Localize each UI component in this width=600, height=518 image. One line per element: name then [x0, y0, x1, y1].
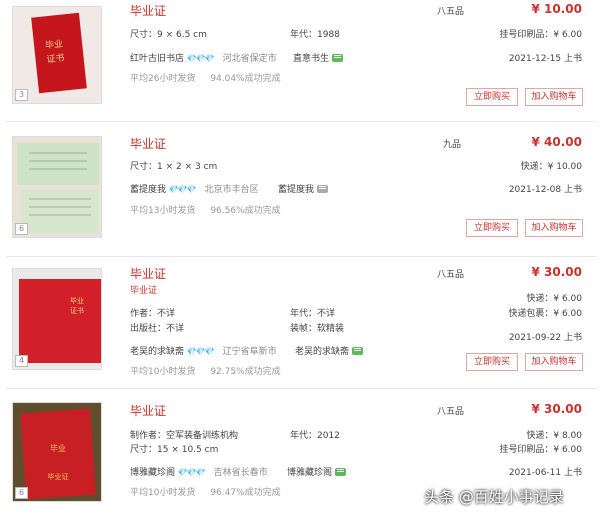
shipping-fee: 挂号印刷品：¥ 6.00	[499, 445, 582, 455]
shipping-fee: 快递：¥ 6.00	[526, 294, 582, 304]
seller-name[interactable]: 蓄提度我	[278, 185, 314, 195]
year-field: 年代：不详	[290, 309, 336, 319]
watermark: 头条 @百姓小事记录	[424, 488, 564, 506]
success-rate: 94.04%成功完成	[210, 74, 281, 84]
add-to-cart-button[interactable]: 加入购物车	[525, 88, 583, 106]
svg-text:毕业证: 毕业证	[48, 472, 69, 481]
chat-icon[interactable]	[317, 185, 329, 193]
shop-row: 博雅藏珍阁 💎💎💎 吉林省长春市	[130, 465, 268, 478]
listing-date: 2021-12-08 上书	[508, 185, 582, 195]
publisher-field: 出版社：不详	[130, 324, 185, 334]
listing-title[interactable]: 毕业证	[130, 135, 166, 152]
shop-stats: 平均26小时发货 94.04%成功完成	[130, 71, 293, 84]
listing-title[interactable]: 毕业证	[130, 402, 166, 419]
diamond-rating-icon: 💎💎💎	[186, 54, 215, 63]
listing-title[interactable]: 毕业证	[130, 265, 166, 282]
listing-1: 毕业 证书 3 毕业证 尺寸：9 × 6.5 cm 年代：1988 红叶古旧书店…	[0, 0, 600, 122]
image-count-badge: 4	[15, 355, 28, 367]
diamond-rating-icon: 💎💎💎	[168, 185, 197, 194]
size-field: 尺寸：9 × 6.5 cm	[130, 30, 207, 40]
seller: 直意书生	[293, 51, 344, 64]
diamond-rating-icon: 💎💎💎	[186, 347, 215, 356]
condition: 八五品	[437, 407, 465, 417]
shop-stats: 平均10小时发货 92.75%成功完成	[130, 364, 293, 377]
shop-name[interactable]: 蓄提度我	[130, 185, 166, 195]
price: ¥ 40.00	[531, 135, 582, 149]
diamond-rating-icon: 💎💎💎	[177, 468, 206, 477]
ship-time: 平均10小时发货	[130, 488, 196, 498]
chat-icon[interactable]	[352, 347, 364, 355]
ship-time: 平均26小时发货	[130, 74, 196, 84]
listing-subtitle: 毕业证	[130, 286, 158, 296]
buy-now-button[interactable]: 立即购买	[466, 88, 518, 106]
shop-stats: 平均10小时发货 96.47%成功完成	[130, 485, 293, 498]
add-to-cart-button[interactable]: 加入购物车	[525, 219, 583, 237]
shipping-fee: 快递包裹：¥ 6.00	[508, 309, 582, 319]
image-count-badge: 6	[15, 223, 28, 235]
add-to-cart-button[interactable]: 加入购物车	[525, 353, 583, 371]
listing-3: 毕业 证书 4 毕业证 毕业证 作者：不详 年代：不详 出版社：不详 装帧：软精…	[0, 256, 600, 388]
shop-location: 北京市丰台区	[204, 185, 259, 195]
condition: 九品	[443, 140, 462, 150]
listing-thumbnail[interactable]: 毕业 毕业证 6	[12, 402, 102, 502]
listing-date: 2021-09-22 上书	[508, 333, 582, 343]
seller: 博雅藏珍阁	[287, 465, 347, 478]
chat-icon[interactable]	[332, 54, 344, 62]
shop-row: 老吴的求缺斋 💎💎💎 辽宁省阜新市	[130, 344, 277, 357]
shipping-fee: 挂号印刷品：¥ 6.00	[499, 30, 582, 40]
chat-icon[interactable]	[335, 468, 347, 476]
image-count-badge: 6	[15, 487, 28, 499]
success-rate: 96.47%成功完成	[210, 488, 281, 498]
listing-thumbnail[interactable]: 毕业 证书 4	[12, 268, 102, 370]
shop-location: 吉林省长春市	[213, 468, 268, 478]
listing-2: 6 毕业证 尺寸：1 × 2 × 3 cm 蓄提度我 💎💎💎 北京市丰台区 蓄提…	[0, 122, 600, 256]
price: ¥ 10.00	[531, 2, 582, 16]
listing-thumbnail[interactable]: 毕业 证书 3	[12, 6, 102, 104]
seller-name[interactable]: 直意书生	[293, 54, 329, 64]
seller-name[interactable]: 博雅藏珍阁	[287, 468, 332, 478]
ship-time: 平均10小时发货	[130, 367, 196, 377]
success-rate: 96.56%成功完成	[210, 206, 281, 216]
seller: 老吴的求缺斋	[295, 344, 364, 357]
seller-name[interactable]: 老吴的求缺斋	[295, 347, 349, 357]
price: ¥ 30.00	[531, 265, 582, 279]
svg-text:毕业: 毕业	[70, 296, 84, 305]
size-field: 尺寸：15 × 10.5 cm	[130, 445, 219, 455]
svg-text:证书: 证书	[46, 52, 65, 65]
condition: 八五品	[437, 270, 465, 280]
buy-now-button[interactable]: 立即购买	[466, 219, 518, 237]
listing-title[interactable]: 毕业证	[130, 2, 166, 19]
seller: 蓄提度我	[278, 182, 329, 195]
shop-stats: 平均13小时发货 96.56%成功完成	[130, 203, 293, 216]
listing-thumbnail[interactable]: 6	[12, 136, 102, 238]
shop-name[interactable]: 博雅藏珍阁	[130, 468, 175, 478]
binding-field: 装帧：软精装	[290, 324, 345, 334]
shipping-fee: 快递：¥ 10.00	[520, 162, 582, 172]
price: ¥ 30.00	[531, 402, 582, 416]
svg-text:毕业: 毕业	[50, 443, 66, 453]
year-field: 年代：1988	[290, 30, 340, 40]
shop-location: 河北省保定市	[222, 54, 277, 64]
shop-location: 辽宁省阜新市	[222, 347, 277, 357]
shop-row: 蓄提度我 💎💎💎 北京市丰台区	[130, 182, 259, 195]
listing-date: 2021-06-11 上书	[508, 468, 582, 478]
shop-name[interactable]: 老吴的求缺斋	[130, 347, 184, 357]
buy-now-button[interactable]: 立即购买	[466, 353, 518, 371]
success-rate: 92.75%成功完成	[210, 367, 281, 377]
size-field: 尺寸：1 × 2 × 3 cm	[130, 162, 218, 172]
image-count-badge: 3	[15, 89, 28, 101]
svg-text:证书: 证书	[70, 306, 84, 315]
shipping-fee: 快递：¥ 8.00	[526, 431, 582, 441]
shop-row: 红叶古旧书店 💎💎💎 河北省保定市	[130, 51, 277, 64]
shop-name[interactable]: 红叶古旧书店	[130, 54, 184, 64]
listing-date: 2021-12-15 上书	[508, 54, 582, 64]
year-field: 年代：2012	[290, 431, 340, 441]
maker-field: 制作者：空军装备训练机构	[130, 431, 239, 441]
ship-time: 平均13小时发货	[130, 206, 196, 216]
author-field: 作者：不详	[130, 309, 176, 319]
condition: 八五品	[437, 7, 465, 17]
